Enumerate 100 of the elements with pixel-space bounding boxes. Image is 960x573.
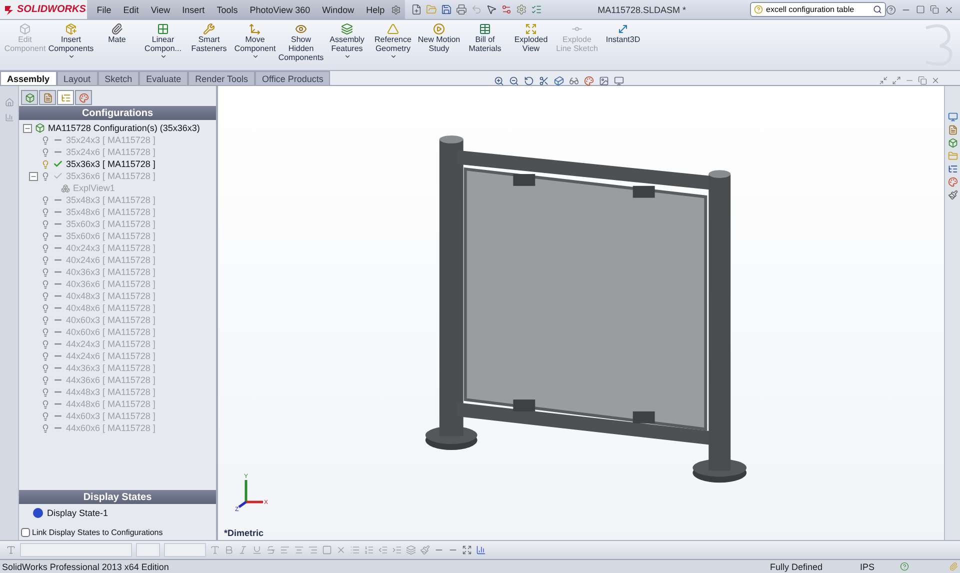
italic-icon[interactable] <box>238 545 248 555</box>
outdent-icon[interactable] <box>378 545 388 555</box>
underline-icon[interactable] <box>252 545 262 555</box>
eye-icon <box>295 23 307 35</box>
property-tab-icon <box>42 92 52 102</box>
document-icon[interactable] <box>948 125 958 135</box>
undo-icon[interactable] <box>470 4 482 15</box>
menu-item[interactable]: View <box>144 4 176 14</box>
tab[interactable]: Office Products <box>254 71 330 85</box>
close-icon[interactable] <box>931 76 940 85</box>
list-icon[interactable] <box>530 4 542 15</box>
command-button[interactable]: Assembly Features <box>324 22 370 61</box>
menu-item[interactable]: Edit <box>117 4 145 14</box>
assembly-icon <box>35 123 45 133</box>
help-icon[interactable] <box>886 4 896 14</box>
appearance-tab[interactable] <box>75 90 92 105</box>
exploded-view-icon <box>61 184 70 192</box>
new-document-icon[interactable] <box>410 4 422 15</box>
bold-icon[interactable] <box>224 545 234 555</box>
align-center-icon[interactable] <box>294 545 304 555</box>
command-button[interactable]: Bill of Materials <box>462 22 508 54</box>
play-icon <box>433 23 445 35</box>
checkbox[interactable] <box>21 528 30 537</box>
layer-icon[interactable] <box>406 545 416 555</box>
command-button[interactable]: Show Hidden Components <box>278 22 324 63</box>
command-button[interactable]: Move Component <box>232 22 278 61</box>
menu-item[interactable]: Help <box>360 4 391 14</box>
scene-icon[interactable] <box>599 76 609 86</box>
font-style-icon[interactable] <box>6 545 16 555</box>
menu-item[interactable]: Insert <box>176 4 211 14</box>
window-title: MA115728.SLDASM * <box>598 4 688 14</box>
print-icon[interactable] <box>456 4 467 15</box>
open-folder-icon[interactable] <box>426 4 437 15</box>
previous-view-icon[interactable] <box>524 76 534 86</box>
command-button[interactable]: Instant3D <box>600 22 646 45</box>
layers-icon <box>341 23 353 35</box>
menu-item[interactable]: Tools <box>210 4 244 14</box>
units-indicator[interactable]: IPS <box>860 562 900 572</box>
restore-icon[interactable] <box>930 5 939 14</box>
grid-icon <box>157 23 169 35</box>
property-tab[interactable] <box>39 90 56 105</box>
command-button[interactable]: Linear Compon... <box>140 22 186 61</box>
assembly-tab[interactable] <box>21 90 38 105</box>
close-icon[interactable] <box>944 4 954 14</box>
search-field[interactable]: excell configuration table <box>750 2 886 17</box>
panel-header: Configurations <box>19 106 216 120</box>
clear-icon[interactable] <box>336 545 346 555</box>
align-right-icon[interactable] <box>308 545 318 555</box>
command-button[interactable]: Reference Geometry <box>370 22 416 61</box>
caret-icon <box>390 53 396 60</box>
command-button[interactable]: Mate <box>94 22 140 45</box>
display-state-name[interactable]: Display State-1 <box>47 508 108 518</box>
maximize-icon[interactable] <box>916 5 925 14</box>
align-left-icon[interactable] <box>280 545 290 555</box>
chart-icon[interactable] <box>4 113 14 122</box>
tab[interactable]: Render Tools <box>188 71 255 85</box>
help-icon[interactable] <box>900 562 909 571</box>
command-button[interactable]: Exploded View <box>508 22 554 54</box>
tab[interactable]: Evaluate <box>139 71 188 85</box>
task-icon[interactable] <box>4 98 14 107</box>
expand-icon <box>525 23 537 35</box>
frame-icon[interactable] <box>322 545 332 555</box>
zoom-fit-icon[interactable] <box>494 76 504 86</box>
command-button[interactable]: Smart Fasteners <box>186 22 232 54</box>
spacing-icon[interactable] <box>462 545 472 555</box>
format-painter-icon[interactable] <box>420 545 430 555</box>
collapse-toggle[interactable] <box>23 124 32 132</box>
menu-item[interactable]: PhotoView 360 <box>244 4 316 14</box>
menu-item[interactable]: Window <box>316 4 360 14</box>
select-icon[interactable] <box>486 4 497 15</box>
tab[interactable]: Assembly <box>0 71 57 85</box>
tab[interactable]: Sketch <box>98 71 140 85</box>
appearance-icon[interactable] <box>948 177 958 187</box>
collapse-toggle[interactable] <box>29 172 38 180</box>
help-icon <box>754 5 763 14</box>
configuration-tab-icon <box>60 92 70 102</box>
indent-icon[interactable] <box>392 545 402 555</box>
menu-item[interactable]: File <box>90 4 118 14</box>
options-icon[interactable] <box>516 4 527 15</box>
tab[interactable]: Layout <box>56 71 98 85</box>
strikethrough-icon[interactable] <box>266 545 276 555</box>
appearance-icon[interactable] <box>584 76 594 86</box>
text-icon[interactable] <box>210 545 220 555</box>
display-state-icon <box>33 508 43 518</box>
caret-icon <box>344 53 350 60</box>
save-icon[interactable] <box>440 4 452 15</box>
configuration-tab[interactable] <box>57 90 74 105</box>
split-view-icon[interactable] <box>879 76 888 85</box>
table-icon <box>479 23 491 35</box>
numbered-list-icon[interactable] <box>364 545 374 555</box>
status-text: SolidWorks Professional 2013 x64 Edition <box>2 562 169 572</box>
configuration-name[interactable]: 35x36x3 [ MA115728 ] <box>66 159 156 169</box>
height-field[interactable] <box>164 543 206 557</box>
command-button[interactable]: Insert Components <box>48 22 94 61</box>
bullet-list-icon[interactable] <box>350 545 360 555</box>
command-button[interactable]: New Motion Study <box>416 22 462 54</box>
move-icon <box>249 23 261 35</box>
view-settings-icon[interactable] <box>614 76 624 86</box>
restore-icon[interactable] <box>918 76 927 85</box>
configuration-root[interactable]: MA115728 Configuration(s) (35x36x3) <box>48 123 200 133</box>
